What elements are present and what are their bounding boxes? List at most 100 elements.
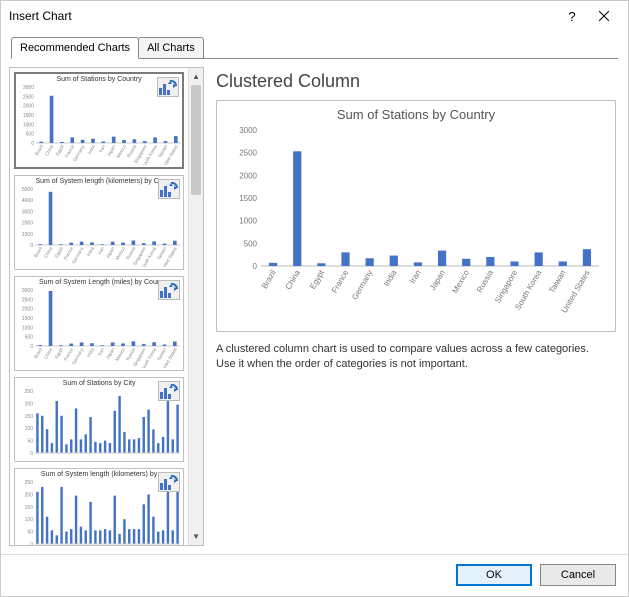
svg-text:4000: 4000: [22, 198, 33, 204]
svg-text:1500: 1500: [23, 113, 34, 119]
svg-text:Iran: Iran: [408, 269, 423, 285]
chart-preview: Sum of Stations by Country 0 500 1000 1500 2…: [216, 100, 616, 332]
thumb-title: Sum of Stations by City: [17, 380, 181, 387]
desc-line-2: Use it when the order of categories is n…: [216, 358, 468, 370]
cancel-button[interactable]: Cancel: [540, 564, 616, 586]
dialog-title: Insert Chart: [9, 9, 72, 23]
svg-text:3000: 3000: [23, 85, 34, 91]
thumb-title: Sum of System Length (miles) by Cour: [17, 279, 181, 286]
chart-thumbnail[interactable]: Sum of Stations by City 050100150200250: [14, 377, 184, 462]
svg-text:100: 100: [25, 517, 34, 523]
chart-thumbnail[interactable]: Sum of System length (kilometers) by 0 50…: [14, 468, 184, 545]
svg-text:0: 0: [30, 344, 33, 350]
thumb-title: Sum of System length (kilometers) by: [17, 471, 181, 478]
svg-text:Brazil: Brazil: [260, 268, 278, 290]
chart-description: A clustered column chart is used to comp…: [216, 342, 616, 372]
svg-text:Brazil: Brazil: [34, 144, 44, 156]
svg-text:India: India: [87, 144, 96, 155]
svg-text:0: 0: [253, 262, 258, 271]
scroll-thumb[interactable]: [191, 85, 201, 195]
svg-text:0: 0: [30, 542, 33, 545]
svg-text:Egypt: Egypt: [55, 143, 65, 156]
svg-text:China: China: [284, 268, 303, 291]
svg-text:3000: 3000: [22, 209, 33, 215]
svg-text:3000: 3000: [239, 126, 257, 135]
svg-text:0: 0: [30, 243, 33, 249]
svg-text:China: China: [43, 347, 53, 360]
chart-thumbnail[interactable]: Sum of System Length (miles) by Cour 0 50…: [14, 276, 184, 371]
scroll-down-button[interactable]: ▼: [189, 528, 203, 545]
chart-type-heading: Clustered Column: [216, 71, 616, 92]
desc-line-1: A clustered column chart is used to comp…: [216, 343, 589, 355]
svg-text:50: 50: [27, 439, 33, 445]
svg-text:2500: 2500: [22, 297, 33, 303]
svg-text:50: 50: [27, 530, 33, 536]
svg-text:1000: 1000: [23, 122, 34, 128]
svg-text:India: India: [382, 268, 399, 288]
scroll-up-button[interactable]: ▲: [189, 68, 203, 85]
svg-text:250: 250: [25, 480, 34, 486]
svg-text:1000: 1000: [22, 325, 33, 331]
svg-text:India: India: [86, 246, 95, 257]
svg-text:Egypt: Egypt: [54, 245, 64, 258]
dialog-footer: OK Cancel: [1, 554, 628, 594]
close-icon: [599, 11, 609, 21]
svg-text:Mexico: Mexico: [450, 268, 471, 295]
pivot-chart-badge: [158, 472, 180, 492]
svg-text:200: 200: [25, 492, 34, 498]
svg-text:1000: 1000: [239, 217, 257, 226]
svg-text:Germany: Germany: [350, 269, 374, 302]
scrollbar-vertical[interactable]: ▲ ▼: [188, 68, 203, 545]
svg-text:Brazil: Brazil: [33, 347, 43, 359]
svg-text:100: 100: [25, 426, 34, 432]
svg-text:Iran: Iran: [97, 246, 105, 256]
chart-svg: 050010001500200025003000BrazilChinaEgypt…: [225, 126, 605, 326]
pivot-chart-badge: [157, 77, 179, 97]
svg-text:Brazil: Brazil: [33, 246, 43, 258]
svg-text:China: China: [43, 246, 53, 259]
svg-text:2000: 2000: [22, 307, 33, 313]
svg-text:Egypt: Egypt: [308, 268, 326, 291]
tab-recommended-charts[interactable]: Recommended Charts: [11, 37, 139, 59]
pivot-chart-badge: [158, 179, 180, 199]
svg-text:150: 150: [25, 414, 34, 420]
svg-text:China: China: [44, 144, 54, 157]
svg-text:500: 500: [244, 239, 258, 248]
ok-button[interactable]: OK: [456, 564, 532, 586]
tab-all-charts[interactable]: All Charts: [138, 37, 204, 59]
svg-text:200: 200: [25, 401, 34, 407]
title-bar: Insert Chart ?: [1, 1, 628, 31]
svg-text:2000: 2000: [239, 171, 257, 180]
preview-panel: Clustered Column Sum of Stations by Coun…: [212, 67, 620, 546]
pivot-chart-icon: [160, 282, 178, 298]
svg-text:1500: 1500: [239, 194, 257, 203]
svg-text:1500: 1500: [22, 316, 33, 322]
svg-text:2000: 2000: [22, 221, 33, 227]
svg-text:1000: 1000: [22, 232, 33, 238]
pivot-chart-icon: [160, 181, 178, 197]
pivot-chart-badge: [158, 381, 180, 401]
svg-text:250: 250: [25, 389, 34, 395]
chart-title: Sum of Stations by Country: [225, 107, 607, 122]
thumbnail-panel: Sum of Stations by Country 0500100015002…: [9, 67, 204, 546]
tab-strip: Recommended Charts All Charts: [1, 31, 628, 59]
svg-text:India: India: [86, 347, 95, 358]
pivot-chart-icon: [159, 79, 177, 95]
svg-text:2500: 2500: [23, 94, 34, 100]
svg-text:5000: 5000: [22, 187, 33, 193]
svg-text:2000: 2000: [23, 104, 34, 110]
close-button[interactable]: [588, 4, 620, 28]
chart-thumbnail[interactable]: Sum of Stations by Country 0500100015002…: [14, 72, 184, 169]
svg-text:Taiwan: Taiwan: [547, 269, 567, 295]
svg-text:Russia: Russia: [475, 268, 495, 294]
pivot-chart-icon: [160, 474, 178, 490]
help-button[interactable]: ?: [556, 4, 588, 28]
svg-text:Iran: Iran: [98, 144, 106, 154]
svg-text:500: 500: [25, 335, 34, 341]
svg-text:0: 0: [31, 141, 34, 147]
svg-text:150: 150: [25, 505, 34, 511]
chart-thumbnail[interactable]: Sum of System length (kilometers) by Co …: [14, 175, 184, 270]
thumbnail-list: Sum of Stations by Country 0500100015002…: [10, 68, 188, 545]
thumb-title: Sum of Stations by Country: [18, 76, 180, 83]
thumb-title: Sum of System length (kilometers) by Co: [17, 178, 181, 185]
